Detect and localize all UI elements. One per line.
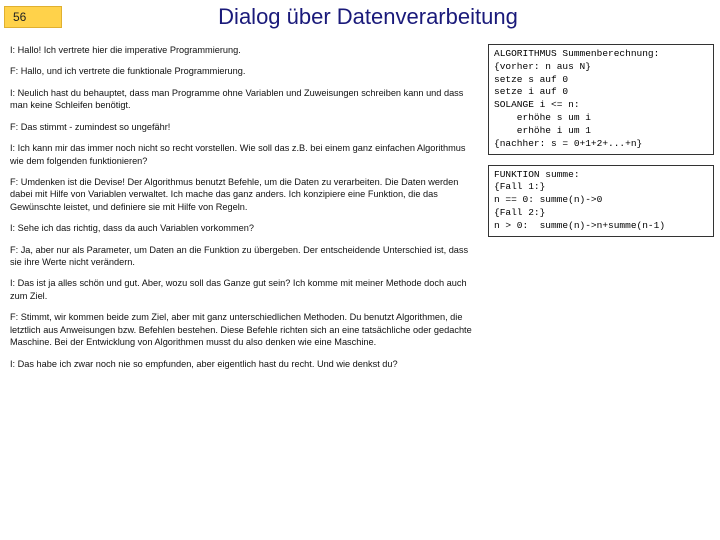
code-column: ALGORITHMUS Summenberechnung: {vorher: n… (488, 44, 714, 379)
dialog-line: F: Umdenken ist die Devise! Der Algorith… (10, 176, 478, 213)
dialog-line: I: Ich kann mir das immer noch nicht so … (10, 142, 478, 167)
slide-title: Dialog über Datenverarbeitung (62, 4, 714, 30)
dialog-column: I: Hallo! Ich vertrete hier die imperati… (10, 44, 478, 379)
slide-number-box: 56 (4, 6, 62, 28)
dialog-line: I: Neulich hast du behauptet, dass man P… (10, 87, 478, 112)
dialog-line: I: Sehe ich das richtig, dass da auch Va… (10, 222, 478, 234)
dialog-line: F: Ja, aber nur als Parameter, um Daten … (10, 244, 478, 269)
slide-content: I: Hallo! Ich vertrete hier die imperati… (4, 44, 714, 379)
slide-number: 56 (13, 10, 26, 24)
slide-header: 56 Dialog über Datenverarbeitung (4, 4, 714, 30)
algorithm-code-box: ALGORITHMUS Summenberechnung: {vorher: n… (488, 44, 714, 155)
dialog-line: I: Hallo! Ich vertrete hier die imperati… (10, 44, 478, 56)
dialog-line: I: Das ist ja alles schön und gut. Aber,… (10, 277, 478, 302)
dialog-line: I: Das habe ich zwar noch nie so empfund… (10, 358, 478, 370)
dialog-line: F: Das stimmt - zumindest so ungefähr! (10, 121, 478, 133)
dialog-line: F: Stimmt, wir kommen beide zum Ziel, ab… (10, 311, 478, 348)
dialog-line: F: Hallo, und ich vertrete die funktiona… (10, 65, 478, 77)
slide: 56 Dialog über Datenverarbeitung I: Hall… (0, 0, 720, 540)
function-code-box: FUNKTION summe: {Fall 1:} n == 0: summe(… (488, 165, 714, 237)
